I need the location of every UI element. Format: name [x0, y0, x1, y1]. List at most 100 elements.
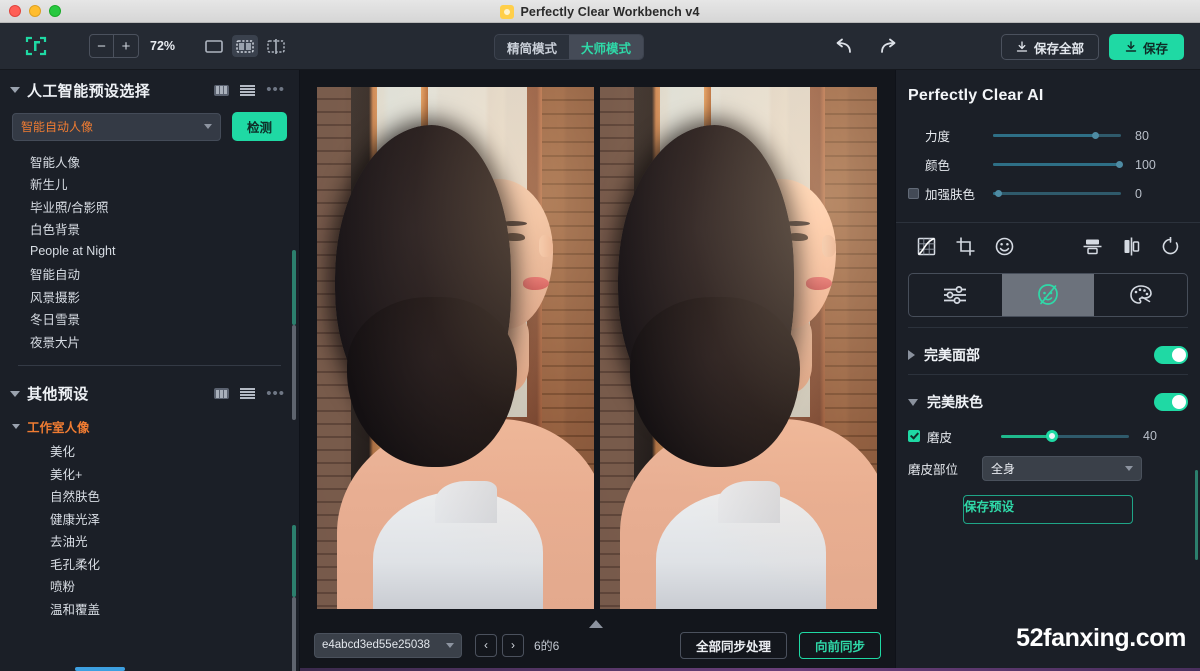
- sidebar-scrollbar-thumb-bottom[interactable]: [292, 525, 296, 597]
- presets-sidebar: 人工智能预设选择 ••• 智能自动人像 检测 智能人像 新生儿 毕业照/合影照 …: [0, 70, 300, 671]
- photo-nose: [539, 235, 553, 257]
- zoom-out-button[interactable]: −: [89, 34, 114, 58]
- flip-horizontal-icon[interactable]: [1121, 236, 1141, 256]
- flip-vertical-icon[interactable]: [1082, 236, 1102, 256]
- accordion-perfect-skin[interactable]: 完美肤色: [896, 383, 1200, 421]
- perfect-face-toggle[interactable]: [1154, 346, 1188, 364]
- list-item[interactable]: 智能人像: [0, 150, 299, 173]
- perfect-skin-toggle[interactable]: [1154, 393, 1188, 411]
- single-view-button[interactable]: [201, 35, 227, 57]
- list-item[interactable]: 新生儿: [0, 173, 299, 196]
- download-icon: [1125, 41, 1137, 53]
- list-item[interactable]: 冬日雪景: [0, 308, 299, 331]
- slider-knob[interactable]: [1046, 430, 1059, 442]
- sidebar-scrollbar-track-bottom[interactable]: [292, 597, 296, 671]
- slider-knob[interactable]: [995, 190, 1002, 197]
- list-item[interactable]: 白色背景: [0, 218, 299, 241]
- curves-grid-icon[interactable]: [916, 236, 936, 256]
- sidebar-scrollbar-track-top[interactable]: [292, 325, 296, 420]
- maximize-button-icon[interactable]: [49, 5, 61, 17]
- tab-color[interactable]: [1094, 274, 1187, 316]
- tab-adjustments[interactable]: [909, 274, 1002, 316]
- more-options-icon[interactable]: •••: [266, 386, 285, 401]
- more-options-icon[interactable]: •••: [266, 82, 285, 97]
- ai-presets-list: 智能人像 新生儿 毕业照/合影照 白色背景 People at Night 智能…: [0, 150, 299, 353]
- sidebar-scrollbar-thumb-top[interactable]: [292, 250, 296, 325]
- face-smiley-icon[interactable]: [994, 236, 1014, 256]
- before-photo[interactable]: [317, 87, 594, 609]
- skin-smoothing-slider[interactable]: [1001, 430, 1129, 442]
- skin-area-dropdown[interactable]: 全身: [982, 455, 1142, 481]
- sync-all-button[interactable]: 全部同步处理: [679, 631, 787, 659]
- slider-knob[interactable]: [1091, 132, 1099, 139]
- list-item[interactable]: 去油光: [0, 530, 299, 553]
- crop-icon[interactable]: [955, 236, 975, 256]
- strength-slider[interactable]: [993, 132, 1121, 139]
- list-item[interactable]: 智能自动: [0, 263, 299, 286]
- rotate-icon[interactable]: [1160, 236, 1180, 256]
- list-view-icon[interactable]: [240, 388, 256, 399]
- split-view-button[interactable]: [232, 35, 259, 57]
- skin-tone-checkbox[interactable]: [908, 188, 919, 199]
- accordion-perfect-face[interactable]: 完美面部: [896, 336, 1200, 374]
- accordion-title: 完美面部: [924, 347, 980, 363]
- file-name-dropdown[interactable]: e4abcd3ed55e25038: [314, 632, 462, 658]
- zoom-in-button[interactable]: +: [114, 34, 139, 58]
- list-item[interactable]: 毕业照/合影照: [0, 195, 299, 218]
- tool-icon-row: [896, 223, 1200, 269]
- grid-view-icon[interactable]: [214, 388, 230, 399]
- after-photo[interactable]: [600, 87, 877, 609]
- slider-row-color: 颜色 100: [896, 150, 1200, 179]
- list-item[interactable]: 喷粉: [0, 575, 299, 598]
- other-presets-section-header: 其他预设 •••: [0, 374, 299, 414]
- list-item[interactable]: 温和覆盖: [0, 597, 299, 620]
- slider-knob[interactable]: [1116, 161, 1123, 168]
- detect-button[interactable]: 检测: [232, 112, 287, 141]
- list-item[interactable]: People at Night: [0, 240, 299, 263]
- list-view-icon[interactable]: [240, 84, 256, 96]
- chevron-down-icon[interactable]: [908, 398, 918, 406]
- previous-image-button[interactable]: ‹: [475, 633, 497, 657]
- sidebar-horizontal-scrollbar[interactable]: [75, 667, 125, 671]
- skin-tone-slider[interactable]: [993, 190, 1121, 197]
- download-icon: [1016, 41, 1028, 53]
- tab-simple-mode[interactable]: 精简模式: [495, 35, 569, 59]
- sync-forward-button[interactable]: 向前同步: [798, 631, 881, 659]
- undo-arrow-icon[interactable]: [832, 35, 856, 59]
- other-presets-title: 其他预设: [27, 386, 89, 403]
- panel-scrollbar-thumb[interactable]: [1195, 470, 1198, 560]
- grid-view-icon[interactable]: [214, 84, 230, 96]
- list-item[interactable]: 风景摄影: [0, 285, 299, 308]
- list-item[interactable]: 美化+: [0, 462, 299, 485]
- list-item[interactable]: 自然肤色: [0, 485, 299, 508]
- list-item[interactable]: 毛孔柔化: [0, 552, 299, 575]
- sliders-icon: [942, 285, 968, 305]
- skin-smoothing-row: 磨皮 40: [896, 421, 1200, 451]
- close-button-icon[interactable]: [9, 5, 21, 17]
- chevron-down-icon[interactable]: [10, 87, 20, 93]
- skin-smoothing-checkbox[interactable]: [908, 430, 920, 442]
- minimize-button-icon[interactable]: [29, 5, 41, 17]
- list-item[interactable]: 夜景大片: [0, 330, 299, 353]
- list-item[interactable]: 美化: [0, 440, 299, 463]
- app-brand-icon[interactable]: [25, 35, 47, 57]
- side-by-side-view-button[interactable]: [263, 35, 289, 57]
- ai-preset-dropdown[interactable]: 智能自动人像: [12, 112, 221, 141]
- list-item[interactable]: 健康光泽: [0, 507, 299, 530]
- chevron-down-icon[interactable]: [10, 390, 20, 397]
- tab-portrait[interactable]: [1001, 274, 1095, 316]
- tab-master-mode[interactable]: 大师模式: [569, 35, 644, 59]
- studio-portrait-group-header[interactable]: 工作室人像: [0, 414, 299, 440]
- save-button[interactable]: 保存: [1108, 34, 1184, 60]
- next-image-button[interactable]: ›: [502, 633, 524, 657]
- slider-fill: [1001, 434, 1053, 438]
- save-preset-button[interactable]: 保存预设: [963, 495, 1133, 524]
- color-slider[interactable]: [993, 161, 1123, 168]
- save-all-button[interactable]: 保存全部: [1000, 34, 1099, 60]
- save-label: 保存: [1142, 41, 1168, 56]
- slider-fill: [993, 163, 1121, 166]
- chevron-right-icon[interactable]: [908, 350, 915, 360]
- redo-arrow-icon[interactable]: [876, 35, 900, 59]
- photo-strap: [435, 481, 497, 523]
- slider-value: 80: [1135, 128, 1149, 143]
